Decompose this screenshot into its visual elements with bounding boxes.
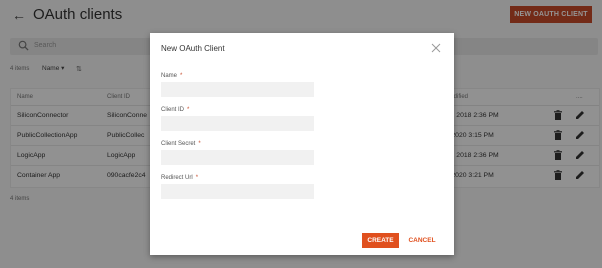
field-label-redirect-url: Redirect Url * [161, 175, 199, 181]
field-label-client-secret: Client Secret * [161, 141, 201, 147]
field-label-name: Name * [161, 73, 183, 79]
field-label-client-id: Client ID * [161, 107, 190, 113]
client-secret-field[interactable] [161, 150, 314, 165]
dialog-title: New OAuth Client [161, 44, 225, 53]
name-field[interactable] [161, 82, 314, 97]
cancel-button[interactable]: CANCEL [404, 233, 440, 248]
client-id-field[interactable] [161, 116, 314, 131]
close-icon[interactable] [431, 43, 441, 53]
redirect-url-field[interactable] [161, 184, 314, 199]
create-button[interactable]: CREATE [362, 233, 399, 248]
new-oauth-client-dialog: New OAuth Client Name * Client ID * Client… [150, 33, 454, 255]
